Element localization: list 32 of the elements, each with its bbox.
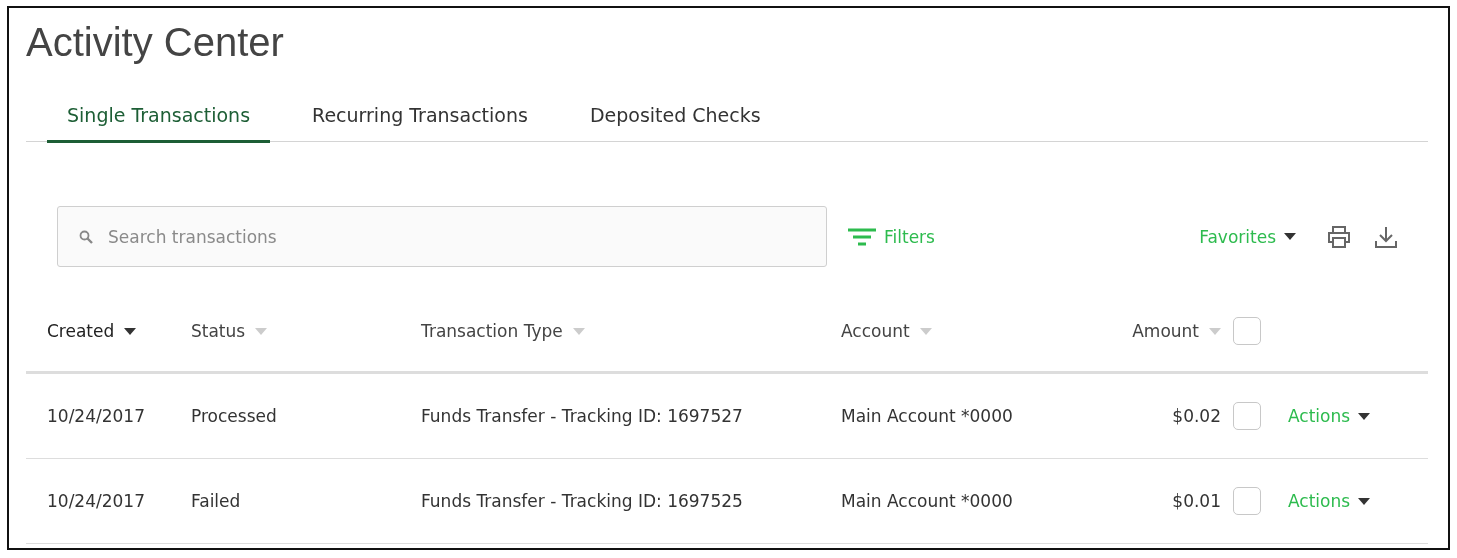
column-header[interactable]: Transaction Type bbox=[421, 321, 585, 341]
printer-icon bbox=[1326, 224, 1352, 249]
search-field[interactable]: Search transactions bbox=[57, 206, 827, 267]
column-header[interactable]: Created bbox=[47, 321, 137, 341]
tab[interactable]: Single Transactions bbox=[47, 104, 271, 143]
table-cell: 10/24/2017 bbox=[47, 491, 145, 511]
caret-icon bbox=[1358, 412, 1371, 420]
checkbox[interactable] bbox=[1233, 487, 1261, 515]
search-icon bbox=[79, 230, 93, 244]
tab[interactable]: Deposited Checks bbox=[569, 104, 781, 143]
print-button[interactable] bbox=[1326, 224, 1352, 249]
column-header[interactable]: Account bbox=[841, 321, 932, 341]
caret-icon bbox=[1284, 233, 1296, 240]
checkbox[interactable] bbox=[1233, 317, 1261, 345]
download-icon bbox=[1374, 224, 1398, 249]
table-cell: 10/24/2017 bbox=[47, 406, 145, 426]
table-cell: Funds Transfer - Tracking ID: 1697525 bbox=[421, 491, 743, 511]
table-cell: Main Account *0000 bbox=[841, 491, 1013, 511]
page-title: Activity Center bbox=[26, 19, 285, 66]
tab[interactable]: Recurring Transactions bbox=[292, 104, 548, 143]
table-cell: Main Account *0000 bbox=[841, 406, 1013, 426]
caret-icon bbox=[1358, 497, 1371, 505]
column-header[interactable]: Amount bbox=[1132, 321, 1221, 341]
filter-icon bbox=[848, 226, 876, 247]
table-cell: Processed bbox=[191, 406, 277, 426]
table-cell: Failed bbox=[191, 491, 241, 511]
table-cell: Funds Transfer - Tracking ID: 1697527 bbox=[421, 406, 743, 426]
checkbox[interactable] bbox=[1233, 402, 1261, 430]
table-cell: $0.02 bbox=[1172, 406, 1221, 426]
download-button[interactable] bbox=[1374, 224, 1398, 249]
column-header[interactable]: Status bbox=[191, 321, 268, 341]
table-cell: $0.01 bbox=[1172, 491, 1221, 511]
